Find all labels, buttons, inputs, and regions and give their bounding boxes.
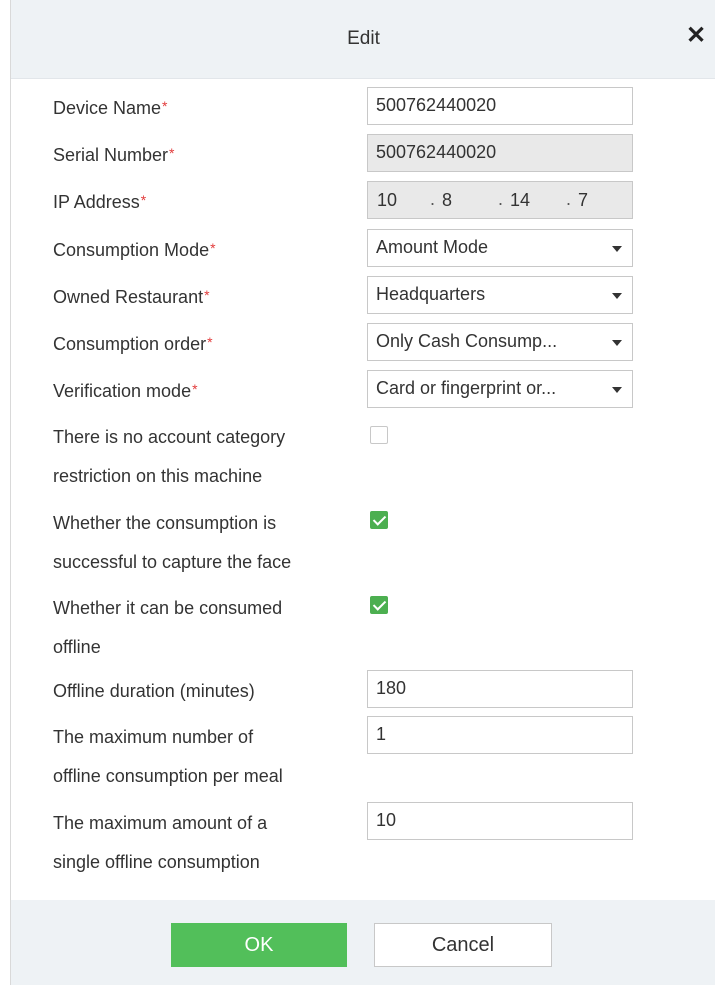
- max-offline-count-label-line1: The maximum number of: [53, 727, 254, 747]
- ip-segment-4: 7: [578, 190, 589, 210]
- cancel-button[interactable]: Cancel: [374, 923, 552, 967]
- offline-duration-label: Offline duration (minutes): [53, 681, 255, 701]
- max-offline-amount-label-line1: The maximum amount of a: [53, 813, 268, 833]
- serial-number-input: 500762440020: [367, 134, 633, 172]
- capture-face-label-line1: Whether the consumption is: [53, 513, 277, 533]
- capture-face-label-line2: successful to capture the face: [53, 552, 292, 572]
- required-mark: *: [169, 145, 175, 161]
- owned-restaurant-select[interactable]: Headquarters: [367, 276, 633, 314]
- consume-offline-label-line1: Whether it can be consumed: [53, 598, 283, 618]
- required-mark: *: [192, 381, 198, 397]
- ip-segment-1: 10: [377, 190, 398, 210]
- ip-dot: .: [566, 189, 572, 209]
- consumption-order-select[interactable]: Only Cash Consump...: [367, 323, 633, 361]
- max-offline-count-input[interactable]: 1: [367, 716, 633, 754]
- ip-segment-2: 8: [442, 190, 453, 210]
- ip-segment-3: 14: [510, 190, 531, 210]
- edit-dialog: Edit ✕ Device Name* 500762440020 Serial …: [10, 0, 715, 985]
- required-mark: *: [204, 287, 210, 303]
- ip-address-input: 10 . 8 . 14 . 7: [367, 181, 633, 219]
- consume-offline-label-line2: offline: [53, 637, 101, 657]
- chevron-down-icon: [612, 340, 622, 346]
- close-icon[interactable]: ✕: [682, 22, 710, 50]
- dialog-footer: OK Cancel: [11, 900, 715, 985]
- no-account-restriction-label-line1: There is no account category: [53, 427, 286, 447]
- required-mark: *: [162, 98, 168, 114]
- required-mark: *: [140, 192, 147, 208]
- ip-dot: .: [430, 189, 436, 209]
- ip-dot: .: [498, 189, 504, 209]
- ip-address-label: IP Address*: [53, 192, 147, 212]
- serial-number-label: Serial Number*: [53, 145, 175, 165]
- verification-mode-label: Verification mode*: [53, 381, 198, 401]
- required-mark: *: [210, 240, 216, 256]
- consumption-order-label: Consumption order*: [53, 334, 213, 354]
- no-account-restriction-label-line2: restriction on this machine: [53, 466, 263, 486]
- max-offline-amount-label-line2: single offline consumption: [53, 852, 260, 872]
- owned-restaurant-label: Owned Restaurant*: [53, 287, 210, 307]
- required-mark: *: [207, 334, 213, 350]
- chevron-down-icon: [612, 387, 622, 393]
- dialog-title: Edit: [347, 28, 380, 49]
- dialog-header: Edit ✕: [11, 0, 715, 79]
- device-name-input[interactable]: 500762440020: [367, 87, 633, 125]
- offline-duration-input[interactable]: 180: [367, 670, 633, 708]
- consumption-mode-label: Consumption Mode*: [53, 240, 216, 260]
- max-offline-amount-input[interactable]: 10: [367, 802, 633, 840]
- device-name-label: Device Name*: [53, 98, 168, 118]
- consume-offline-checkbox[interactable]: [370, 596, 388, 614]
- chevron-down-icon: [612, 293, 622, 299]
- capture-face-checkbox[interactable]: [370, 511, 388, 529]
- consumption-mode-select[interactable]: Amount Mode: [367, 229, 633, 267]
- no-account-restriction-checkbox[interactable]: [370, 426, 388, 444]
- chevron-down-icon: [612, 246, 622, 252]
- max-offline-count-label-line2: offline consumption per meal: [53, 766, 283, 786]
- verification-mode-select[interactable]: Card or fingerprint or...: [367, 370, 633, 408]
- ok-button[interactable]: OK: [171, 923, 347, 967]
